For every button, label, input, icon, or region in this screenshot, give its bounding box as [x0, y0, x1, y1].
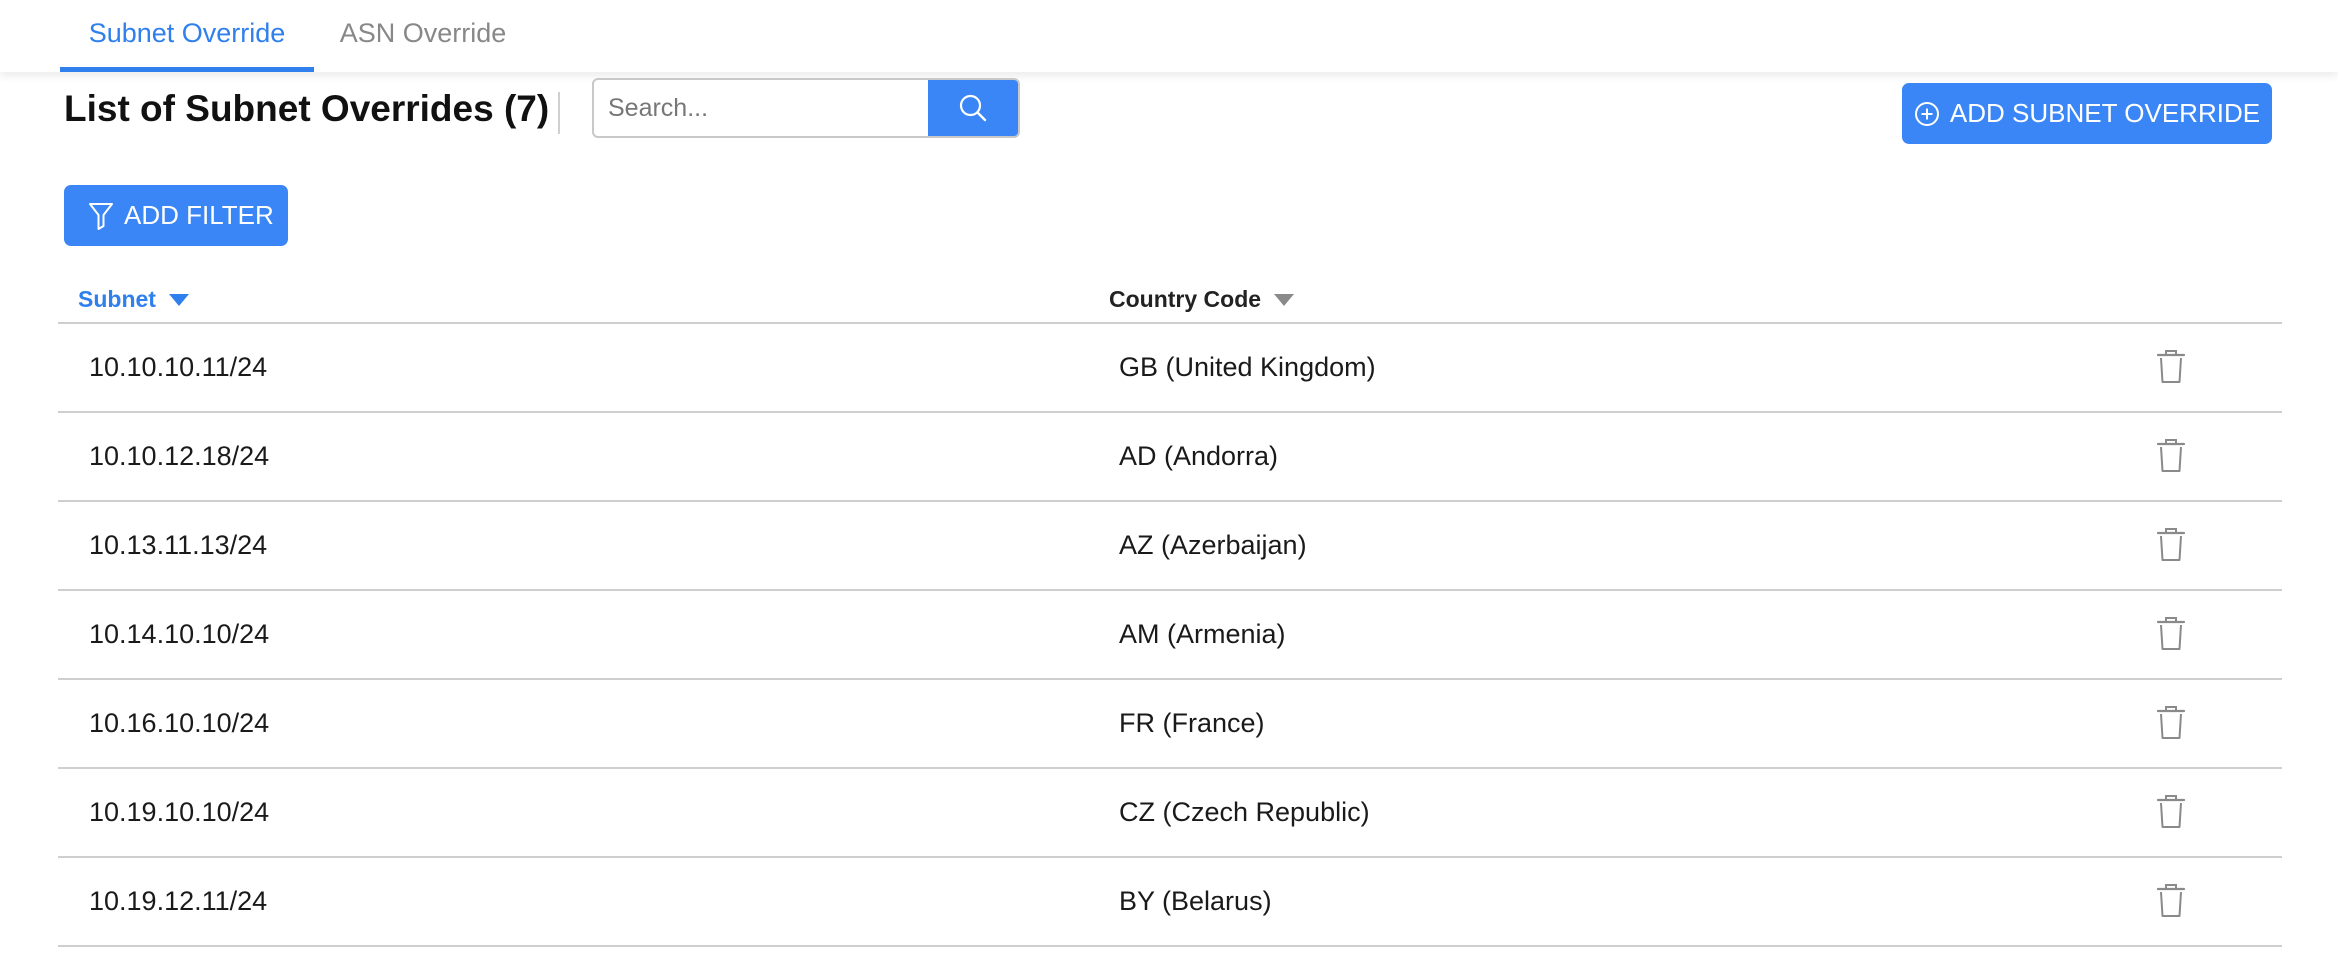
subnet-cell: 10.19.12.11/24 — [89, 886, 268, 916]
search-button[interactable] — [928, 80, 1018, 136]
table-row: 10.10.12.18/24 AD (Andorra) — [58, 413, 2282, 502]
country-code-cell: AZ (Azerbaijan) — [1119, 530, 1307, 560]
delete-button[interactable] — [2156, 705, 2186, 741]
subnet-cell: 10.16.10.10/24 — [89, 708, 270, 738]
delete-button[interactable] — [2156, 883, 2186, 919]
delete-button[interactable] — [2156, 349, 2186, 385]
country-code-cell: AD (Andorra) — [1119, 441, 1279, 471]
table-row: 10.19.12.11/24 BY (Belarus) — [58, 858, 2282, 947]
table-row: 10.10.10.11/24 GB (United Kingdom) — [58, 324, 2282, 413]
add-filter-label: ADD FILTER — [124, 200, 274, 230]
subnet-cell: 10.13.11.13/24 — [89, 530, 268, 560]
filter-icon — [89, 202, 113, 230]
table-header: Subnet Country Code — [58, 270, 2282, 324]
tab-subnet-override[interactable]: Subnet Override — [60, 0, 314, 72]
delete-button[interactable] — [2156, 438, 2186, 474]
add-filter-button[interactable]: ADD FILTER — [64, 185, 288, 246]
table-row: 10.13.11.13/24 AZ (Azerbaijan) — [58, 502, 2282, 591]
caret-down-icon — [168, 293, 189, 306]
delete-button[interactable] — [2156, 794, 2186, 830]
trash-icon — [2156, 617, 2186, 650]
delete-button[interactable] — [2156, 527, 2186, 563]
title-divider — [558, 92, 560, 134]
trash-icon — [2156, 795, 2186, 828]
country-code-cell: AM (Armenia) — [1119, 619, 1286, 649]
table-row: 10.14.10.10/24 AM (Armenia) — [58, 591, 2282, 680]
subnet-cell: 10.14.10.10/24 — [89, 619, 270, 649]
subnet-cell: 10.19.10.10/24 — [89, 797, 270, 827]
trash-icon — [2156, 350, 2186, 383]
trash-icon — [2156, 706, 2186, 739]
subnet-cell: 10.10.10.11/24 — [89, 352, 268, 382]
plus-circle-icon — [1914, 101, 1939, 126]
search-icon — [959, 94, 987, 122]
delete-button[interactable] — [2156, 616, 2186, 652]
column-header-subnet[interactable]: Subnet — [78, 286, 190, 313]
country-code-cell: BY (Belarus) — [1119, 886, 1272, 916]
tab-bar: Subnet Override ASN Override — [0, 0, 2338, 72]
trash-icon — [2156, 528, 2186, 561]
add-subnet-override-label: ADD SUBNET OVERRIDE — [1949, 98, 2261, 128]
tab-asn-override[interactable]: ASN Override — [330, 0, 516, 72]
column-header-country-code[interactable]: Country Code — [1109, 286, 1295, 313]
table-row: 10.16.10.10/24 FR (France) — [58, 680, 2282, 769]
country-code-cell: FR (France) — [1119, 708, 1265, 738]
search-box — [592, 78, 1020, 138]
page-title: List of Subnet Overrides (7) — [64, 88, 550, 129]
trash-icon — [2156, 884, 2186, 917]
search-input[interactable] — [594, 80, 930, 136]
column-label: Country Code — [1109, 286, 1262, 312]
trash-icon — [2156, 439, 2186, 472]
column-label: Subnet — [78, 286, 156, 312]
subnet-cell: 10.10.12.18/24 — [89, 441, 270, 471]
caret-down-icon — [1274, 293, 1295, 306]
table-row: 10.19.10.10/24 CZ (Czech Republic) — [58, 769, 2282, 858]
country-code-cell: CZ (Czech Republic) — [1119, 797, 1370, 827]
add-subnet-override-button[interactable]: ADD SUBNET OVERRIDE — [1902, 83, 2272, 144]
subnet-table: Subnet Country Code 10.10.10.11/24 GB (U… — [58, 270, 2282, 947]
country-code-cell: GB (United Kingdom) — [1119, 352, 1376, 382]
